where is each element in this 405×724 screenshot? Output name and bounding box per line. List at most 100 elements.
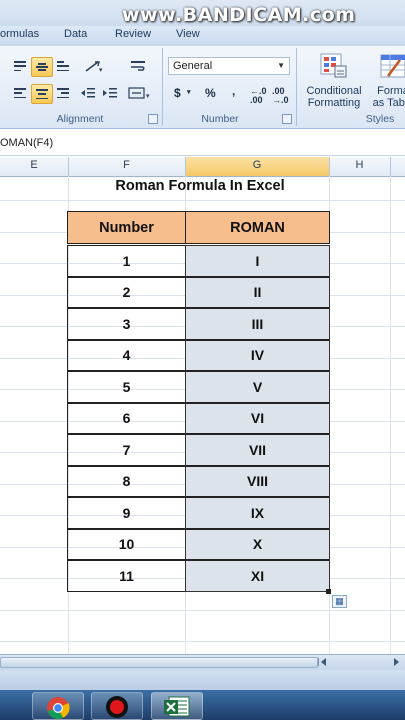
roman-cell[interactable]: III — [185, 308, 330, 340]
tab-view[interactable]: View — [176, 28, 200, 40]
increase-decimal-button[interactable]: ←.0 .00 — [250, 87, 272, 105]
orientation-button[interactable]: ▾ — [80, 57, 108, 75]
increase-indent-icon — [103, 88, 117, 98]
decrease-indent-button[interactable] — [78, 84, 98, 102]
align-right-icon — [57, 88, 69, 98]
table-header-number[interactable]: Number — [67, 211, 186, 244]
orientation-icon: ▾ — [85, 61, 103, 73]
quick-analysis-button[interactable]: ▦ — [332, 595, 347, 608]
currency-dropdown-icon[interactable]: ▾ — [187, 88, 191, 96]
roman-cell[interactable]: XI — [185, 560, 330, 592]
conditional-formatting-icon — [320, 53, 347, 78]
format-as-table-line1: Forma — [377, 85, 405, 97]
column-header-h[interactable]: H — [329, 159, 390, 171]
decrease-indent-icon — [81, 88, 95, 98]
middle-align-icon — [36, 62, 48, 72]
align-right-button[interactable] — [53, 84, 73, 102]
wrap-text-icon — [131, 61, 145, 71]
grid-row-line — [0, 609, 405, 611]
sheet-title[interactable]: Roman Formula In Excel — [70, 178, 330, 194]
decrease-decimal-button[interactable]: .00 →.0 — [272, 87, 294, 105]
percent-button[interactable]: % — [205, 86, 216, 100]
svg-text:▾: ▾ — [146, 93, 150, 100]
group-divider — [162, 48, 163, 126]
styles-group-label: Styles — [365, 113, 395, 125]
format-as-table-icon — [380, 54, 405, 78]
tab-review[interactable]: Review — [115, 28, 151, 40]
scrollbar-thumb[interactable] — [0, 657, 318, 668]
increase-decimal-label: ←.0 .00 — [250, 86, 267, 105]
currency-button[interactable]: $ — [174, 86, 181, 100]
grid-row-line — [0, 200, 405, 201]
alignment-dialog-launcher[interactable] — [148, 114, 158, 124]
number-cell[interactable]: 2 — [67, 276, 186, 308]
column-header-f[interactable]: F — [68, 159, 185, 171]
grid-row-line — [0, 641, 405, 642]
scroll-left-icon[interactable] — [318, 657, 330, 667]
number-cell[interactable]: 7 — [67, 434, 186, 466]
format-as-table-button[interactable] — [378, 52, 405, 80]
fill-handle[interactable] — [326, 589, 331, 594]
number-cell[interactable]: 4 — [67, 339, 186, 371]
roman-cell[interactable]: IX — [185, 497, 330, 529]
chrome-icon — [47, 697, 70, 719]
number-cell[interactable]: 10 — [67, 528, 186, 560]
conditional-formatting-button[interactable] — [318, 52, 348, 80]
top-align-button[interactable] — [10, 57, 30, 75]
format-as-table-label[interactable]: Forma as Table — [368, 85, 405, 109]
taskbar-chrome-button[interactable] — [32, 692, 84, 720]
grid-column-line — [390, 176, 391, 654]
top-align-icon — [14, 61, 26, 71]
conditional-formatting-label[interactable]: Conditional Formatting — [301, 85, 367, 109]
scroll-right-icon[interactable] — [390, 657, 402, 667]
middle-align-button[interactable] — [31, 57, 53, 77]
number-cell[interactable]: 3 — [67, 308, 186, 340]
number-cell[interactable]: 5 — [67, 371, 186, 403]
taskbar-excel-button[interactable] — [151, 692, 203, 720]
align-center-icon — [36, 89, 48, 99]
roman-cell[interactable]: VII — [185, 434, 330, 466]
number-cell[interactable]: 11 — [67, 560, 186, 592]
column-header-g[interactable]: G — [185, 159, 329, 171]
column-divider — [390, 157, 391, 176]
roman-cell[interactable]: VI — [185, 402, 330, 434]
number-group-label: Number — [201, 113, 239, 125]
number-cell[interactable]: 1 — [67, 245, 186, 277]
bandicam-record-icon — [106, 696, 128, 718]
merge-center-button[interactable]: ▾ — [126, 84, 154, 102]
chevron-down-icon: ▼ — [277, 61, 285, 70]
decrease-decimal-label: .00 →.0 — [272, 86, 289, 105]
roman-cell[interactable]: II — [185, 276, 330, 308]
bottom-align-icon — [57, 61, 69, 71]
number-format-value: General — [173, 60, 213, 72]
center-button[interactable] — [31, 84, 53, 104]
ribbon-tabs: ormulas Data Review View — [0, 26, 405, 47]
roman-cell[interactable]: V — [185, 371, 330, 403]
formula-text[interactable]: OMAN(F4) — [0, 137, 53, 149]
merge-center-icon: ▾ — [128, 87, 150, 100]
roman-cell[interactable]: I — [185, 245, 330, 277]
number-cell[interactable]: 6 — [67, 402, 186, 434]
column-header-e[interactable]: E — [0, 159, 68, 171]
number-dialog-launcher[interactable] — [282, 114, 292, 124]
watermark: www.BANDICAM.com — [122, 4, 356, 26]
formula-bar[interactable] — [0, 129, 405, 156]
bottom-align-button[interactable] — [53, 57, 73, 75]
taskbar-bandicam-button[interactable] — [91, 692, 143, 720]
wrap-text-button[interactable] — [128, 57, 148, 75]
align-left-button[interactable] — [10, 84, 30, 102]
number-cell[interactable]: 8 — [67, 465, 186, 497]
tab-data[interactable]: Data — [64, 28, 87, 40]
roman-cell[interactable]: X — [185, 528, 330, 560]
roman-cell[interactable]: IV — [185, 339, 330, 371]
excel-icon — [164, 696, 190, 717]
table-header-roman[interactable]: ROMAN — [185, 211, 330, 244]
increase-indent-button[interactable] — [100, 84, 120, 102]
number-format-dropdown[interactable]: General ▼ — [168, 57, 290, 75]
comma-style-button[interactable]: , — [232, 84, 235, 98]
roman-cell[interactable]: VIII — [185, 465, 330, 497]
alignment-group-label: Alignment — [56, 113, 104, 125]
tab-formulas[interactable]: ormulas — [0, 28, 39, 40]
number-cell[interactable]: 9 — [67, 497, 186, 529]
conditional-formatting-line2: Formatting — [307, 97, 361, 109]
